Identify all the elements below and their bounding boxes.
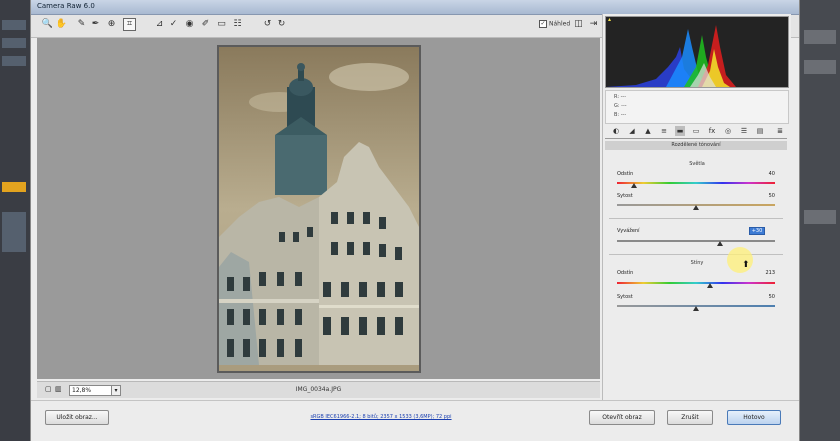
- adjustment-brush-icon[interactable]: ✐: [199, 18, 212, 31]
- panel-title: Rozdělené tónování: [605, 141, 787, 150]
- shadows-saturation-label: Sytost: [617, 294, 633, 300]
- white-balance-icon[interactable]: ✎: [75, 18, 88, 31]
- shadows-hue-slider[interactable]: [617, 282, 775, 284]
- basic-tab-icon[interactable]: ◐: [611, 126, 621, 136]
- rgb-b-value: B: ---: [614, 112, 627, 118]
- camera-raw-window: Camera Raw 6.0 ✓ Náhled ◫ ⇥ 🔍 ✋ ✎ ✒ ⊕ ⌗ ⊿ ✓ ◉ ✐ ▭ ☷ ↺…: [30, 0, 800, 441]
- snapshots-tab-icon[interactable]: ▤: [755, 126, 765, 136]
- shadows-saturation-value[interactable]: 50: [751, 294, 775, 300]
- shadow-clipping-icon: [608, 18, 611, 21]
- rgb-g-value: G: ---: [614, 103, 627, 109]
- balance-thumb[interactable]: [716, 241, 723, 246]
- highlights-hue-value[interactable]: 40: [751, 171, 775, 177]
- balance-label: Vyvážení: [617, 228, 640, 234]
- divider: [609, 218, 783, 219]
- shadows-hue-value[interactable]: 213: [751, 270, 775, 276]
- window-titlebar: Camera Raw 6.0: [31, 0, 799, 15]
- open-in-photoshop-icon[interactable]: ⇥: [587, 18, 600, 31]
- histogram-toggle-icon[interactable]: ◫: [572, 18, 585, 31]
- preview-label: Náhled: [549, 20, 571, 28]
- highlights-saturation-thumb[interactable]: [693, 205, 699, 210]
- spot-removal-icon[interactable]: ✓: [167, 18, 180, 31]
- highlights-hue-label: Odstín: [617, 171, 634, 177]
- background-app-left: [0, 0, 30, 441]
- shadows-saturation-thumb[interactable]: [693, 306, 699, 311]
- split-toning-tab-icon[interactable]: ▬: [675, 126, 685, 136]
- shadows-hue-label: Odstín: [617, 270, 634, 276]
- detail-tab-icon[interactable]: ▲: [643, 126, 653, 136]
- panel-menu-icon[interactable]: ≣: [775, 126, 785, 136]
- crop-icon[interactable]: ⌗: [123, 18, 136, 31]
- highlights-hue-slider[interactable]: [617, 182, 775, 184]
- rgb-readout: R: --- G: --- B: ---: [605, 90, 789, 124]
- zoom-icon[interactable]: 🔍: [41, 18, 54, 31]
- divider: [609, 254, 783, 255]
- status-bar: ▢ ▥ 12,8% ▾ IMG_0034a.JPG: [37, 381, 600, 398]
- highlights-saturation-label: Sytost: [617, 193, 633, 199]
- rotate-ccw-icon[interactable]: ↺: [261, 18, 274, 31]
- targeted-adjustment-icon[interactable]: ⊕: [105, 18, 118, 31]
- balance-value[interactable]: +30: [749, 227, 765, 235]
- highlights-saturation-value[interactable]: 50: [751, 193, 775, 199]
- histogram: [605, 16, 789, 88]
- lens-corrections-tab-icon[interactable]: ▭: [691, 126, 701, 136]
- panel-tabs: ◐ ◢ ▲ ≡ ▬ ▭ fx ◎ ☰ ▤ ≣: [605, 126, 787, 139]
- photo-preview: [217, 45, 421, 373]
- building-photo-image: [219, 47, 419, 371]
- histogram-chart: [606, 18, 736, 87]
- file-name-label: IMG_0034a.JPG: [295, 386, 342, 393]
- background-app-right: [798, 0, 840, 441]
- cancel-button[interactable]: Zrušit: [667, 410, 713, 425]
- presets-tab-icon[interactable]: ☰: [739, 126, 749, 136]
- mouse-pointer-icon: ⬆: [742, 260, 750, 270]
- open-image-button[interactable]: Otevřít obraz: [589, 410, 655, 425]
- red-eye-icon[interactable]: ◉: [183, 18, 196, 31]
- balance-slider[interactable]: [617, 240, 775, 242]
- image-canvas[interactable]: [37, 38, 600, 379]
- save-image-button[interactable]: Uložit obraz...: [45, 410, 109, 425]
- adjustment-sidebar: R: --- G: --- B: --- ◐ ◢ ▲ ≡ ▬ ▭ fx ◎ ☰ ▤ ≣ Rozděl…: [602, 14, 791, 404]
- shadows-section-title: Stíny: [690, 260, 704, 266]
- preferences-icon[interactable]: ☷: [231, 18, 244, 31]
- camera-calibration-tab-icon[interactable]: ◎: [723, 126, 733, 136]
- straighten-icon[interactable]: ⊿: [153, 18, 166, 31]
- effects-tab-icon[interactable]: fx: [707, 126, 717, 136]
- workflow-options-link[interactable]: sRGB IEC61966-2.1; 8 bitů; 2357 x 1533 (…: [231, 414, 531, 420]
- done-button[interactable]: Hotovo: [727, 410, 781, 425]
- window-title: Camera Raw 6.0: [37, 2, 95, 10]
- hand-icon[interactable]: ✋: [55, 18, 68, 31]
- tone-curve-tab-icon[interactable]: ◢: [627, 126, 637, 136]
- highlights-section-title: Světla: [689, 161, 705, 167]
- shadows-hue-thumb[interactable]: [707, 283, 714, 288]
- checkbox-check-icon: ✓: [539, 20, 547, 28]
- highlights-hue-thumb[interactable]: [631, 183, 638, 188]
- rotate-cw-icon[interactable]: ↻: [275, 18, 288, 31]
- color-sampler-icon[interactable]: ✒: [89, 18, 102, 31]
- preview-checkbox[interactable]: ✓ Náhled: [539, 20, 570, 28]
- graduated-filter-icon[interactable]: ▭: [215, 18, 228, 31]
- rgb-r-value: R: ---: [614, 94, 627, 100]
- hsl-tab-icon[interactable]: ≡: [659, 126, 669, 136]
- bottom-bar: Uložit obraz... sRGB IEC61966-2.1; 8 bit…: [31, 400, 799, 434]
